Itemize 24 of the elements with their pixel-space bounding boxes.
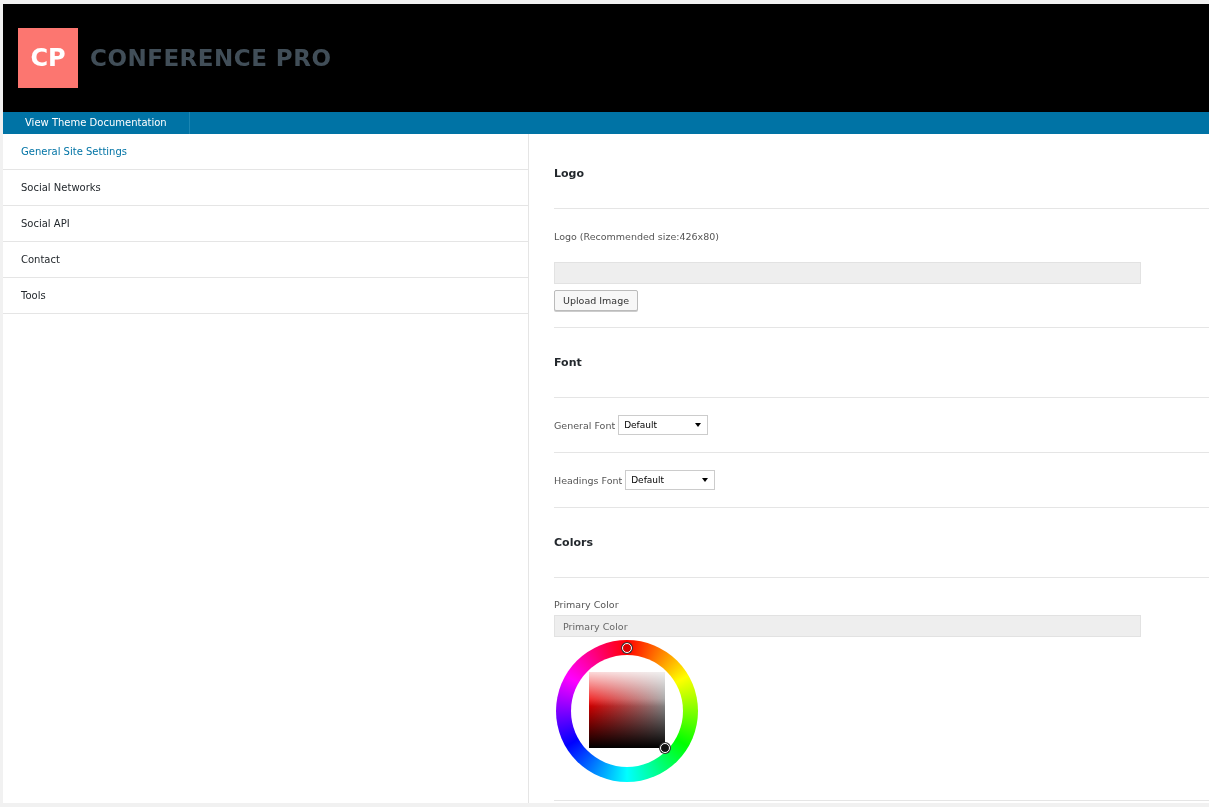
- input-field[interactable]: Primary Color: [554, 615, 1141, 637]
- caret-icon: [702, 478, 709, 482]
- select-dropdown[interactable]: Default: [625, 470, 716, 490]
- sidebar-item[interactable]: Contact: [3, 242, 528, 278]
- caret-icon: [695, 423, 702, 427]
- field-label: Primary Color: [554, 599, 619, 610]
- field-label: Headings Font: [554, 474, 623, 486]
- sidebar-item[interactable]: Social Networks: [3, 170, 528, 206]
- sidebar-item[interactable]: General Site Settings: [3, 134, 528, 170]
- logo-mark: CP: [18, 28, 78, 88]
- section-heading: Colors: [554, 536, 593, 549]
- sidebar-item[interactable]: Social API: [3, 206, 528, 242]
- field-label: General Font: [554, 419, 616, 431]
- site-title: CONFERENCE PRO: [90, 45, 332, 71]
- color-square[interactable]: [589, 672, 665, 748]
- sidebar-item[interactable]: Tools: [3, 278, 528, 314]
- field-label: Logo (Recommended size:426x80): [554, 231, 720, 242]
- input-field[interactable]: [554, 262, 1141, 284]
- color-handle[interactable]: [660, 743, 670, 753]
- hue-handle[interactable]: [622, 643, 632, 653]
- section-heading: Logo: [554, 167, 584, 180]
- section-heading: Font: [554, 356, 582, 369]
- upload-button[interactable]: Upload Image: [554, 290, 639, 311]
- select-dropdown[interactable]: Default: [618, 415, 709, 435]
